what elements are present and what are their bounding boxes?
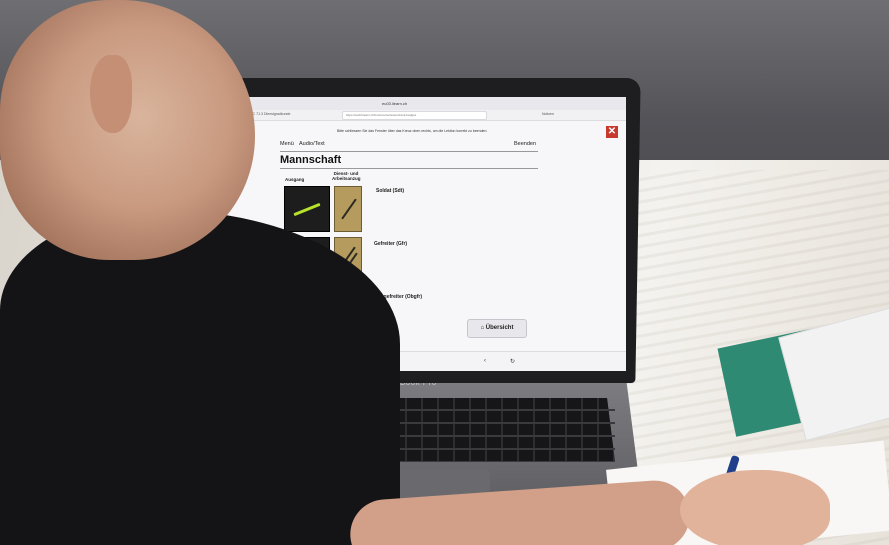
person-ear <box>90 55 132 133</box>
address-bar[interactable]: https://eu03.ilearn.ch/lms/course/lesson… <box>342 111 487 120</box>
browser-topbar: eu03.ilearn.ch <box>192 97 626 110</box>
url-domain[interactable]: eu03.ilearn.ch <box>382 101 407 106</box>
column-ausgang: Ausgang <box>285 177 305 182</box>
overview-button-label: Übersicht <box>485 325 514 331</box>
person-body <box>0 210 400 545</box>
badge-stripe <box>293 202 321 217</box>
nav-end[interactable]: Beenden <box>514 141 536 147</box>
title-divider <box>280 168 538 169</box>
nav-menu[interactable]: Menü <box>280 141 294 147</box>
nav-divider <box>280 151 538 152</box>
badge-ausgang-soldat <box>284 186 330 232</box>
tab-lesson[interactable]: ABC 71.3 Dienstgradkunde <box>248 112 290 116</box>
column-dienst: Dienst- und Arbeitsanzug <box>332 171 361 181</box>
badge-dienst-soldat <box>334 186 362 232</box>
badge-stripe <box>341 198 357 220</box>
close-notice: Bitte schliessen Sie das Fenster über da… <box>337 129 488 133</box>
rank-label-gefreiter: Gefreiter (Gfr) <box>374 241 408 247</box>
page-title: Mannschaft <box>280 154 342 166</box>
photo-scene: MacBook Pro eu03.ilearn.ch ABC 71.3 Dien… <box>0 0 889 545</box>
rank-label-soldat: Soldat (Sdt) <box>376 188 405 194</box>
home-icon: ⌂ <box>480 325 485 331</box>
page-nav: Menü Audio/Text Beenden <box>280 140 538 150</box>
reload-icon[interactable]: ↻ <box>510 358 515 365</box>
close-button[interactable]: ✕ <box>606 126 618 138</box>
chevron-left-icon[interactable]: ‹ <box>484 358 486 364</box>
overview-button[interactable]: ⌂ Übersicht <box>467 319 527 338</box>
person-hand <box>680 470 830 545</box>
tab-notes[interactable]: Notizen <box>542 112 554 116</box>
nav-audio-text[interactable]: Audio/Text <box>299 141 325 147</box>
